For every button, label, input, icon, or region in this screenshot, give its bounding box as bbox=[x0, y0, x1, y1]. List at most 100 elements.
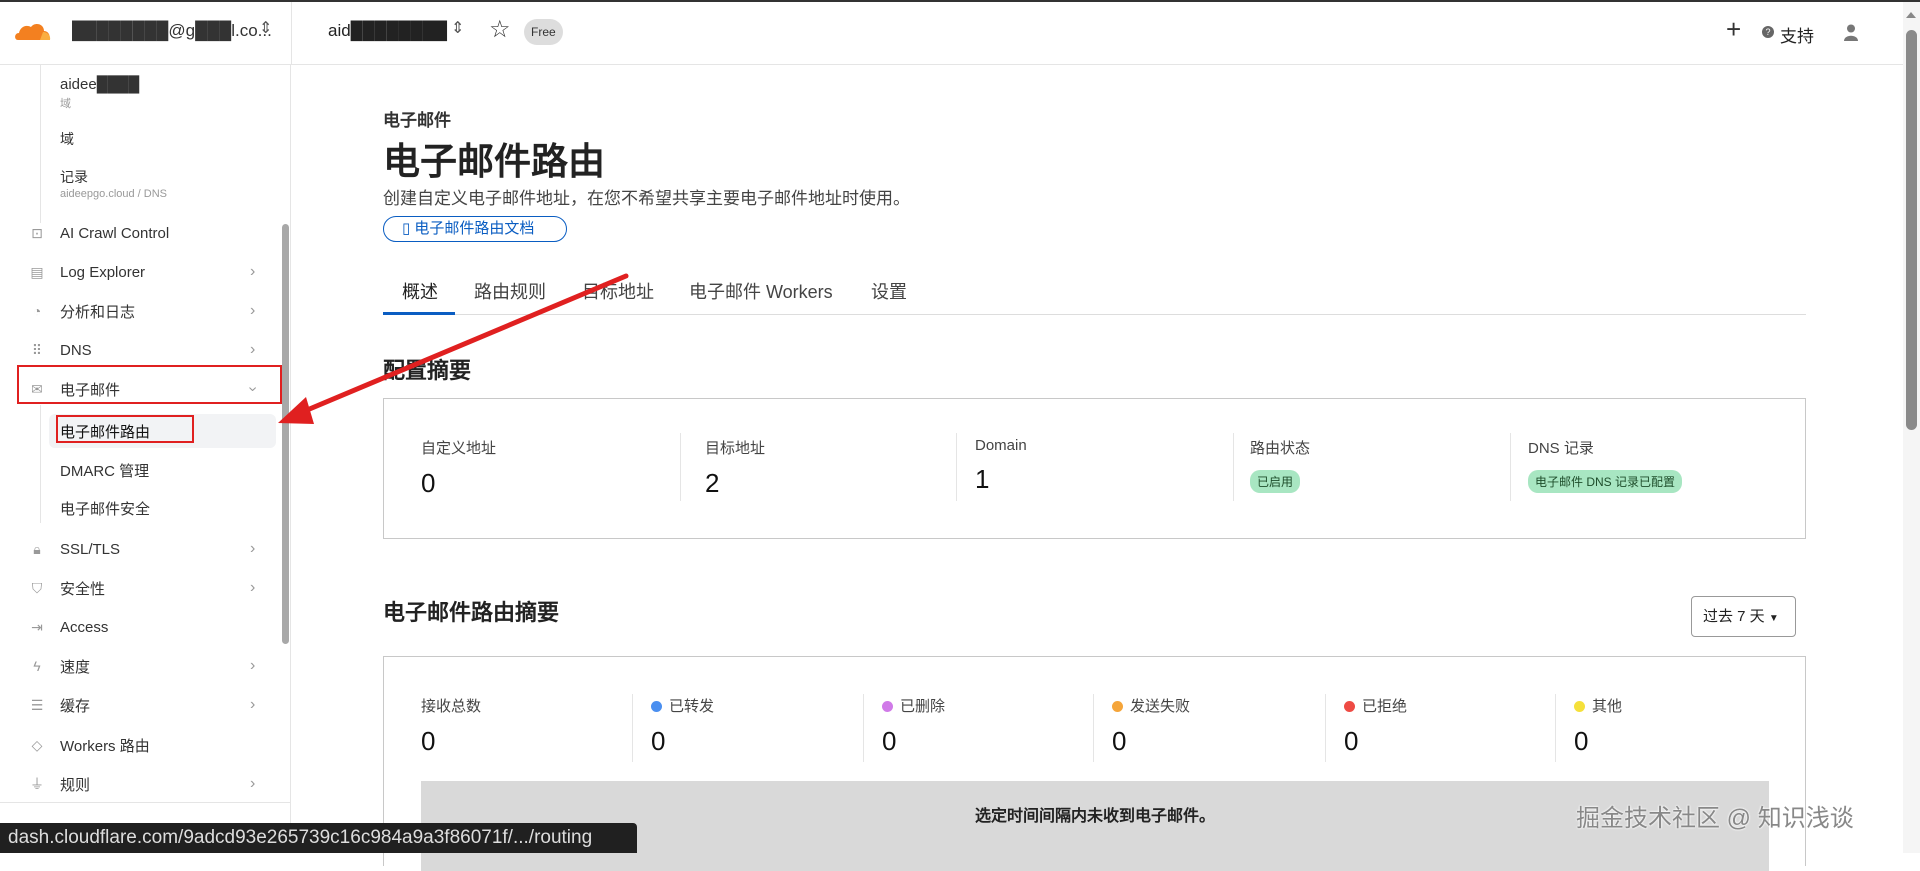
lock-icon: 🔒︎ bbox=[33, 540, 41, 557]
sidebar-item-label: SSL/TLS bbox=[60, 540, 121, 558]
top-bar: ████████@g███l.co... ⇕ aid████████ ⇕ ☆ F… bbox=[0, 2, 1903, 65]
link-status-tooltip: dash.cloudflare.com/9adcd93e265739c16c98… bbox=[0, 823, 637, 853]
sidebar-item-workers-routes[interactable]: ◇ Workers 路由 bbox=[0, 727, 282, 763]
tab-email-workers[interactable]: 电子邮件 Workers bbox=[689, 278, 833, 304]
chevron-right-icon: › bbox=[250, 579, 256, 596]
domain-selector[interactable]: aid████████ bbox=[328, 21, 447, 41]
plan-badge: Free bbox=[524, 19, 563, 45]
sidebar-item-label: AI Crawl Control bbox=[60, 224, 170, 242]
user-icon[interactable] bbox=[1844, 24, 1858, 41]
stat-0: 接收总数 0 bbox=[421, 695, 481, 757]
sidebar-item-label: 分析和日志 bbox=[60, 303, 136, 321]
stat-label-text: 已删除 bbox=[900, 698, 946, 715]
stat-label: 已拒绝 bbox=[1344, 695, 1407, 716]
sidebar-item-speed[interactable]: ϟ 速度 › bbox=[0, 648, 282, 684]
help-icon[interactable]: ? bbox=[1762, 26, 1774, 38]
records-path: aideepgo.cloud / DNS bbox=[60, 188, 168, 200]
time-range-value: 过去 7 天 bbox=[1703, 608, 1765, 625]
sidebar-item-ai-crawl-control[interactable]: ⊡ AI Crawl Control bbox=[0, 215, 282, 251]
stat-5: 其他 0 bbox=[1574, 695, 1622, 757]
network-icon: ⠿ bbox=[31, 341, 43, 358]
scrollbar-thumb[interactable] bbox=[1906, 30, 1917, 430]
stat-label-text: 发送失败 bbox=[1130, 698, 1191, 715]
page-scrollbar[interactable] bbox=[1903, 2, 1920, 853]
status-badge: 电子邮件 DNS 记录已配置 bbox=[1528, 470, 1683, 493]
sidebar-item-dmarc[interactable]: DMARC 管理 bbox=[60, 460, 149, 481]
chevron-right-icon: › bbox=[250, 302, 256, 319]
stat-label: 自定义地址 bbox=[421, 440, 497, 457]
robot-icon: ⊡ bbox=[31, 224, 43, 241]
column-divider bbox=[1325, 694, 1326, 762]
time-range-select[interactable]: 过去 7 天 ▼ bbox=[1691, 596, 1796, 637]
cache-icon: ☰ bbox=[30, 696, 44, 713]
column-divider bbox=[1093, 694, 1094, 762]
tab-destination-addresses[interactable]: 目标地址 bbox=[582, 278, 654, 304]
sidebar-item-domains[interactable]: 域 bbox=[60, 129, 74, 149]
domain-name[interactable]: aidee████ bbox=[60, 76, 139, 93]
page-description: 创建自定义电子邮件地址，在您不希望共享主要电子邮件地址时使用。 bbox=[383, 189, 910, 208]
workers-icon: ◇ bbox=[31, 736, 43, 753]
stat-label-text: 已拒绝 bbox=[1362, 698, 1408, 715]
sidebar-scrollbar[interactable] bbox=[282, 224, 289, 644]
book-icon: ▯ bbox=[402, 220, 415, 237]
account-switcher-chevron-updown-icon[interactable]: ⇕ bbox=[259, 18, 272, 38]
annotation-box bbox=[17, 365, 282, 404]
stat-label: DNS 记录 bbox=[1528, 440, 1594, 457]
sidebar-item-email-security[interactable]: 电子邮件安全 bbox=[60, 498, 150, 519]
stat-value: 0 bbox=[1574, 726, 1589, 756]
sidebar-item-access[interactable]: ⇥ Access bbox=[0, 609, 282, 645]
sidebar-item-analytics[interactable]: ◔ 分析和日志 › bbox=[0, 293, 282, 329]
caret-down-icon: ▼ bbox=[1768, 613, 1779, 624]
sidebar-item-rules[interactable]: ⏚ 规则 › bbox=[0, 766, 282, 802]
stat-value: 0 bbox=[1344, 726, 1359, 756]
tab-overview[interactable]: 概述 bbox=[402, 278, 438, 304]
tabs-divider bbox=[383, 314, 1806, 315]
sidebar-item-ssl-tls[interactable]: 🔒︎ SSL/TLS › bbox=[0, 531, 282, 567]
account-name[interactable]: ████████@g███l.co... bbox=[72, 21, 272, 41]
stat-routing-status: 路由状态 已启用 bbox=[1250, 437, 1310, 493]
plus-icon[interactable]: + bbox=[1726, 14, 1741, 45]
star-icon[interactable]: ☆ bbox=[489, 15, 511, 44]
chevron-right-icon: › bbox=[250, 341, 256, 358]
sidebar-item-log-explorer[interactable]: ▤ Log Explorer › bbox=[0, 254, 282, 290]
domain-sub: 域 bbox=[60, 98, 71, 110]
sidebar-item-records[interactable]: 记录 bbox=[60, 167, 88, 187]
domain-switcher-chevron-updown-icon[interactable]: ⇕ bbox=[451, 18, 464, 38]
rules-icon: ⏚ bbox=[30, 776, 44, 792]
chevron-right-icon: › bbox=[250, 657, 256, 674]
cloudflare-logo[interactable] bbox=[14, 21, 52, 41]
column-divider bbox=[1510, 433, 1511, 501]
stat-label-text: 接收总数 bbox=[421, 698, 482, 715]
log-icon: ▤ bbox=[30, 263, 44, 280]
sidebar-item-cache[interactable]: ☰ 缓存 › bbox=[0, 687, 282, 723]
tab-routing-rules[interactable]: 路由规则 bbox=[474, 278, 546, 304]
legend-dot-icon bbox=[651, 701, 662, 712]
sidebar-item-label: Log Explorer bbox=[60, 263, 146, 281]
active-tab-indicator bbox=[383, 312, 455, 315]
empty-state-text: 选定时间间隔内未收到电子邮件。 bbox=[974, 808, 1215, 825]
sidebar-divider bbox=[0, 802, 290, 803]
sidebar-item-dns[interactable]: ⠿ DNS › bbox=[0, 332, 282, 368]
stat-label: 已删除 bbox=[882, 695, 945, 716]
legend-dot-icon bbox=[1574, 701, 1585, 712]
tab-settings[interactable]: 设置 bbox=[871, 278, 907, 304]
stat-dns-records: DNS 记录电子邮件 DNS 记录已配置 bbox=[1528, 437, 1683, 493]
stat-value: 0 bbox=[651, 726, 666, 756]
stat-label-text: 其他 bbox=[1592, 698, 1623, 715]
docs-button[interactable]: ▯ 电子邮件路由文档 bbox=[383, 216, 567, 242]
support-link[interactable]: 支持 bbox=[1780, 22, 1814, 47]
status-badge: 已启用 bbox=[1250, 470, 1301, 493]
sidebar-item-security[interactable]: ⛉ 安全性 › bbox=[0, 570, 282, 606]
sidebar-item-label: 缓存 bbox=[60, 697, 91, 715]
annotation-box bbox=[56, 415, 194, 443]
legend-dot-icon bbox=[882, 701, 893, 712]
config-summary-title: 配置摘要 bbox=[383, 358, 472, 383]
stat-4: 已拒绝 0 bbox=[1344, 695, 1407, 757]
scroll-up-arrow-icon[interactable] bbox=[1906, 12, 1916, 18]
column-divider bbox=[1555, 694, 1556, 762]
column-divider bbox=[863, 694, 864, 762]
sidebar: aidee████ 域 域 记录 aideepgo.cloud / DNS ⊡ A… bbox=[0, 65, 291, 853]
chevron-right-icon: › bbox=[250, 540, 256, 557]
stat-label: 目标地址 bbox=[705, 440, 766, 457]
stat-label: 已转发 bbox=[651, 695, 714, 716]
